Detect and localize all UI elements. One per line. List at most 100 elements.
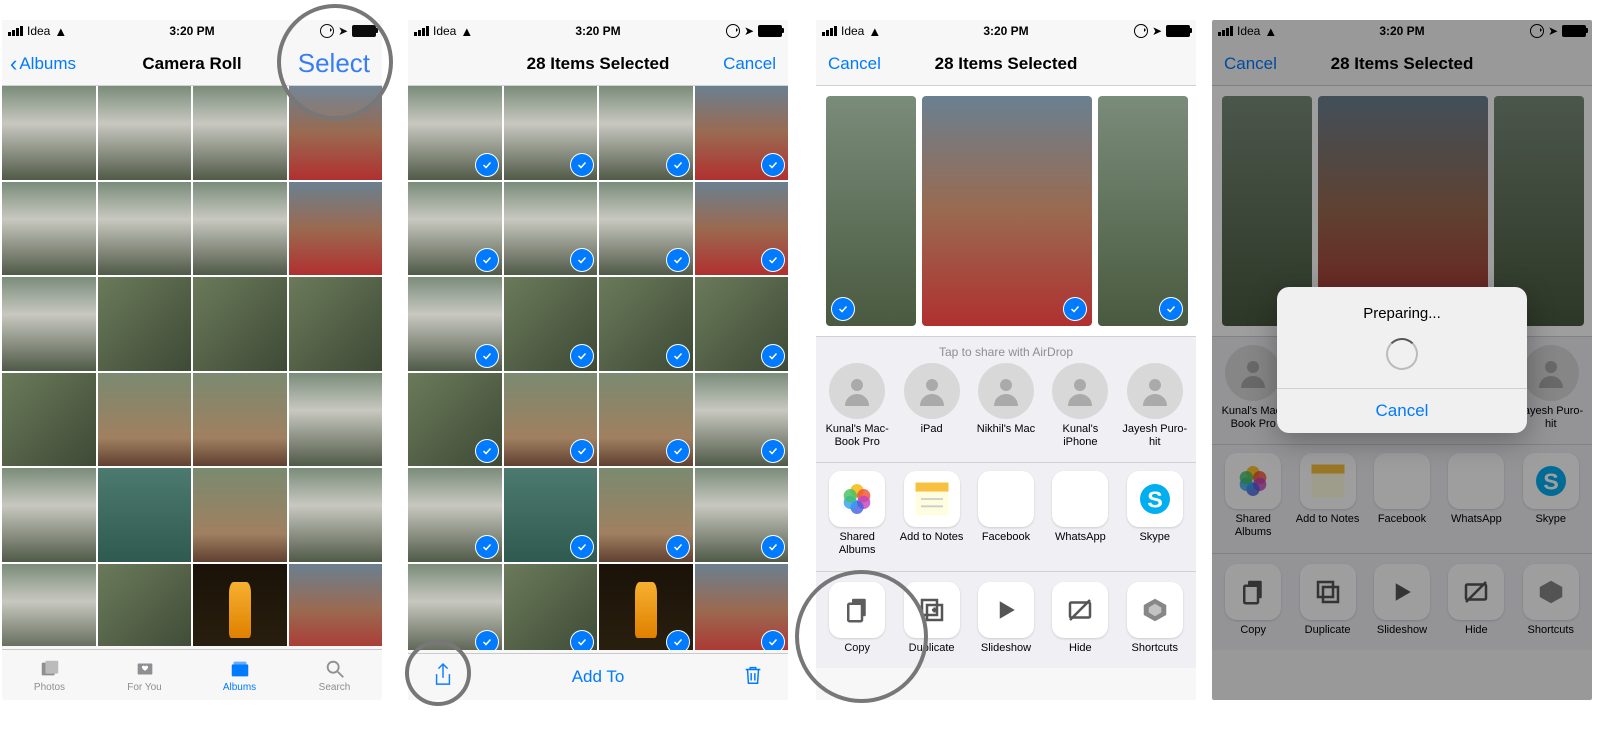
photo-thumb[interactable] — [408, 373, 502, 467]
photo-thumb[interactable] — [504, 182, 598, 276]
tab-for-you[interactable]: For You — [97, 650, 192, 700]
check-icon — [476, 440, 498, 462]
check-icon — [476, 345, 498, 367]
photo-thumb[interactable] — [504, 86, 598, 180]
photo-thumb[interactable] — [2, 86, 96, 180]
photo-thumb[interactable] — [408, 468, 502, 562]
skype-app-icon: S — [1127, 471, 1183, 527]
photo-thumb[interactable] — [599, 277, 693, 371]
share-thumb[interactable] — [922, 96, 1092, 326]
battery-icon — [352, 25, 376, 37]
photo-thumb[interactable] — [289, 182, 383, 276]
action-shortcuts[interactable]: Shortcuts — [1121, 582, 1189, 654]
photo-thumb[interactable] — [193, 182, 287, 276]
photo-thumb[interactable] — [408, 277, 502, 371]
check-icon — [667, 536, 689, 558]
photo-thumb[interactable] — [408, 86, 502, 180]
photo-thumb[interactable] — [695, 564, 789, 651]
photo-thumb[interactable] — [695, 373, 789, 467]
tab-photos[interactable]: Photos — [2, 650, 97, 700]
photo-thumb[interactable] — [2, 277, 96, 371]
photo-thumb[interactable] — [504, 564, 598, 651]
select-button[interactable]: Select — [298, 48, 370, 79]
photo-thumb[interactable] — [193, 277, 287, 371]
person-icon — [1127, 363, 1183, 419]
check-icon — [762, 154, 784, 176]
photo-thumb[interactable] — [289, 564, 383, 647]
action-slideshow[interactable]: Slideshow — [972, 582, 1040, 654]
actions-section: Copy Duplicate Slideshow Hide Shortcuts — [816, 571, 1196, 668]
check-icon — [762, 440, 784, 462]
photo-thumb[interactable] — [599, 182, 693, 276]
photo-thumb[interactable] — [98, 564, 192, 647]
check-icon — [476, 154, 498, 176]
photo-thumb[interactable] — [193, 373, 287, 467]
tab-albums[interactable]: Albums — [192, 650, 287, 700]
cancel-button[interactable]: Cancel — [723, 54, 776, 74]
action-hide[interactable]: Hide — [1046, 582, 1114, 654]
photo-thumb[interactable] — [289, 468, 383, 562]
add-to-button[interactable]: Add To — [408, 667, 788, 687]
photo-thumb[interactable] — [289, 86, 383, 180]
person-icon — [904, 363, 960, 419]
search-tab-icon — [322, 658, 348, 680]
photo-thumb[interactable] — [193, 86, 287, 180]
photo-grid[interactable] — [408, 86, 788, 650]
photo-thumb[interactable] — [98, 86, 192, 180]
photo-thumb[interactable] — [289, 373, 383, 467]
preparing-modal: Preparing... Cancel — [1277, 287, 1527, 433]
photos-app-icon — [829, 471, 885, 527]
tab-search[interactable]: Search — [287, 650, 382, 700]
photo-thumb[interactable] — [289, 277, 383, 371]
check-icon — [571, 440, 593, 462]
photo-thumb[interactable] — [98, 182, 192, 276]
photo-thumb[interactable] — [695, 86, 789, 180]
photo-thumb[interactable] — [695, 182, 789, 276]
photo-thumb[interactable] — [98, 373, 192, 467]
share-thumb[interactable] — [1098, 96, 1188, 326]
share-app-notes[interactable]: Add to Notes — [898, 471, 966, 556]
share-app-facebook[interactable]: Facebook — [972, 471, 1040, 556]
share-app-whatsapp[interactable]: WhatsApp — [1046, 471, 1114, 556]
airdrop-target[interactable]: iPad — [898, 363, 966, 448]
share-app-shared-albums[interactable]: Shared Albums — [823, 471, 891, 556]
modal-cancel-button[interactable]: Cancel — [1277, 388, 1527, 433]
photo-thumb[interactable] — [2, 182, 96, 276]
photo-thumb[interactable] — [695, 277, 789, 371]
photo-thumb[interactable] — [2, 564, 96, 647]
photo-thumb[interactable] — [408, 564, 502, 651]
spinner-icon — [1386, 338, 1418, 370]
check-icon — [1160, 298, 1182, 320]
airdrop-target[interactable]: Kunal's iPhone — [1046, 363, 1114, 448]
photo-thumb[interactable] — [98, 277, 192, 371]
photo-thumb[interactable] — [504, 373, 598, 467]
photo-thumb[interactable] — [599, 468, 693, 562]
photo-thumb[interactable] — [504, 468, 598, 562]
nav-bar: ‹ Albums Camera Roll Select — [2, 42, 382, 86]
share-preview-strip[interactable] — [816, 86, 1196, 336]
photo-thumb[interactable] — [599, 373, 693, 467]
photo-thumb[interactable] — [193, 468, 287, 562]
photo-thumb[interactable] — [98, 468, 192, 562]
photo-thumb[interactable] — [2, 468, 96, 562]
photo-thumb[interactable] — [504, 277, 598, 371]
photo-thumb[interactable] — [193, 564, 287, 647]
screen-selection: Idea▲ 3:20 PM ➤ 28 Items Selected Cancel — [408, 20, 788, 700]
airdrop-target[interactable]: Nikhil's Mac — [972, 363, 1040, 448]
photo-thumb[interactable] — [599, 86, 693, 180]
action-copy[interactable]: Copy — [823, 582, 891, 654]
photo-thumb[interactable] — [599, 564, 693, 651]
check-icon — [667, 631, 689, 650]
action-duplicate[interactable]: Duplicate — [898, 582, 966, 654]
share-app-skype[interactable]: SSkype — [1121, 471, 1189, 556]
airdrop-target[interactable]: Kunal's Mac-Book Pro — [823, 363, 891, 448]
photo-grid[interactable] — [2, 86, 382, 646]
person-icon — [978, 363, 1034, 419]
check-icon — [571, 154, 593, 176]
photo-thumb[interactable] — [695, 468, 789, 562]
tab-bar: Photos For You Albums Search — [2, 649, 382, 700]
photo-thumb[interactable] — [408, 182, 502, 276]
share-thumb[interactable] — [826, 96, 916, 326]
photo-thumb[interactable] — [2, 373, 96, 467]
airdrop-target[interactable]: Jayesh Puro-hit — [1121, 363, 1189, 448]
